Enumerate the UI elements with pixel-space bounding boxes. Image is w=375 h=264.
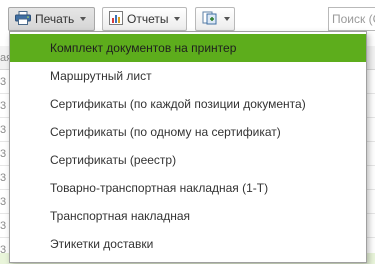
search-placeholder: Поиск (Ctrl <box>332 12 375 26</box>
menu-item-certificates-registry[interactable]: Сертификаты (реестр) <box>10 146 366 174</box>
chevron-down-icon <box>174 17 181 21</box>
print-dropdown-menu: Комплект документов на принтер Маршрутны… <box>9 31 367 263</box>
menu-item-delivery-labels[interactable]: Этикетки доставки <box>10 230 366 258</box>
menu-item-label: Маршрутный лист <box>50 69 152 83</box>
chevron-down-icon <box>224 17 230 21</box>
chevron-down-icon <box>80 17 87 21</box>
menu-item-route-sheet[interactable]: Маршрутный лист <box>10 62 366 90</box>
menu-item-label: Сертификаты (реестр) <box>50 153 177 167</box>
menu-item-certificates-one-per-certificate[interactable]: Сертификаты (по одному на сертификат) <box>10 118 366 146</box>
menu-item-label: Комплект документов на принтер <box>50 41 237 55</box>
reports-button-label: Отчеты <box>127 12 169 26</box>
menu-item-certificates-per-position[interactable]: Сертификаты (по каждой позиции документа… <box>10 90 366 118</box>
menu-item-label: Товарно-транспортная накладная (1-Т) <box>50 181 269 195</box>
print-button-label: Печать <box>35 12 75 26</box>
report-chart-icon <box>109 10 123 28</box>
menu-item-label: Этикетки доставки <box>50 237 154 251</box>
menu-item-goods-transport-waybill[interactable]: Товарно-транспортная накладная (1-Т) <box>10 174 366 202</box>
menu-item-label: Сертификаты (по каждой позиции документа… <box>50 97 306 111</box>
search-input[interactable]: Поиск (Ctrl <box>328 7 375 31</box>
create-document-icon <box>202 11 218 28</box>
printer-icon <box>15 10 31 28</box>
create-based-on-button[interactable] <box>195 7 235 31</box>
menu-item-label: Транспортная накладная <box>50 209 191 223</box>
reports-button[interactable]: Отчеты <box>102 7 187 31</box>
menu-item-transport-waybill[interactable]: Транспортная накладная <box>10 202 366 230</box>
menu-item-document-set-to-printer[interactable]: Комплект документов на принтер <box>10 34 366 62</box>
print-button[interactable]: Печать <box>8 7 95 31</box>
menu-item-label: Сертификаты (по одному на сертификат) <box>50 125 281 139</box>
